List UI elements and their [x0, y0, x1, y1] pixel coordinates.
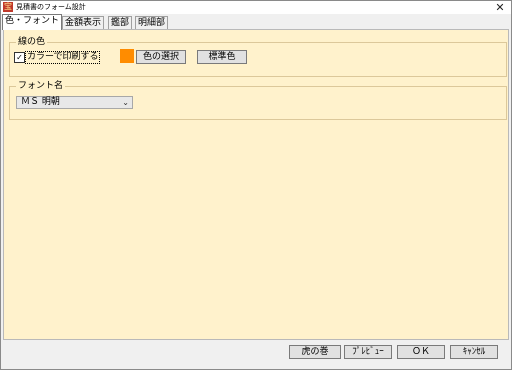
- window-title: 見積書のフォーム設計: [16, 3, 86, 11]
- app-icon: 宝: [3, 2, 13, 12]
- font-select[interactable]: ＭＳ 明朝 ⌄: [16, 96, 133, 109]
- tab-detail-section[interactable]: 明細部: [135, 16, 169, 30]
- title-bar[interactable]: 宝 見積書のフォーム設計 ✕: [1, 1, 511, 14]
- ok-button[interactable]: ＯＫ: [397, 345, 445, 359]
- line-color-swatch: [120, 49, 134, 63]
- tab-strip: 色・フォント 金額表示 鑑部 明細部: [1, 14, 511, 30]
- footer-bar: 虎の巻 ﾌﾟﾚﾋﾞｭｰ ＯＫ ｷｬﾝｾﾙ: [1, 340, 511, 369]
- chevron-down-icon: ⌄: [122, 98, 129, 107]
- cancel-button[interactable]: ｷｬﾝｾﾙ: [450, 345, 498, 359]
- tora-no-maki-button[interactable]: 虎の巻: [289, 345, 341, 359]
- tab-color-font[interactable]: 色・フォント: [2, 14, 63, 30]
- tab-amount-display[interactable]: 金額表示: [62, 16, 105, 30]
- tab-panel: 線の色 ✓ カラーで印刷する 色の選択 標準色 フォント名 ＭＳ 明朝 ⌄: [3, 29, 509, 340]
- select-color-button[interactable]: 色の選択: [136, 50, 186, 64]
- line-color-legend: 線の色: [16, 37, 48, 48]
- close-icon[interactable]: ✕: [493, 1, 507, 14]
- tab-header-section[interactable]: 鑑部: [108, 16, 133, 30]
- font-legend: フォント名: [16, 81, 66, 92]
- color-print-checkbox[interactable]: ✓: [14, 52, 25, 63]
- color-print-label[interactable]: カラーで印刷する: [25, 51, 101, 64]
- dialog-window: 宝 見積書のフォーム設計 ✕ 色・フォント 金額表示 鑑部 明細部 線の色 ✓ …: [0, 0, 512, 370]
- font-select-value: ＭＳ 明朝: [21, 97, 60, 107]
- preview-button[interactable]: ﾌﾟﾚﾋﾞｭｰ: [344, 345, 392, 359]
- standard-color-button[interactable]: 標準色: [197, 50, 247, 64]
